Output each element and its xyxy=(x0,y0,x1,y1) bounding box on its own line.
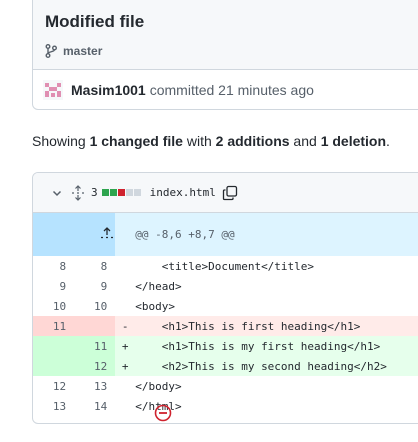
diff-sign: - xyxy=(115,316,136,336)
diff-line-ctx: 12 13 </body> xyxy=(33,376,418,396)
summary-mid2: and xyxy=(289,133,321,149)
diff-sign xyxy=(115,276,135,296)
old-line-number[interactable]: 10 xyxy=(33,296,74,316)
diff-summary: Showing 1 changed file with 2 additions … xyxy=(32,133,390,149)
diff-line-add: 11 + <h1>This is my first heading</h1> xyxy=(33,336,418,356)
diff-sign: + xyxy=(115,336,136,356)
file-header: 3 index.html xyxy=(33,173,418,213)
hunk-header-row: @@ -8,6 +8,7 @@ xyxy=(33,213,418,256)
branch-indicator[interactable]: master xyxy=(45,44,418,58)
diffstat-block-add xyxy=(109,189,117,196)
diff-line-ctx: 9 9 </head> xyxy=(33,276,418,296)
diff-sign xyxy=(115,296,135,316)
git-branch-icon xyxy=(45,44,57,58)
diff-line-del: 11 - <h1>This is first heading</h1> xyxy=(33,316,418,336)
expand-lines-icon[interactable] xyxy=(71,184,85,201)
new-line-number[interactable]: 13 xyxy=(74,376,115,396)
file-name[interactable]: index.html xyxy=(150,186,216,199)
copy-icon[interactable] xyxy=(222,185,238,201)
new-line-number[interactable]: 11 xyxy=(74,336,116,356)
no-newline-icon xyxy=(154,404,172,422)
hunk-sign xyxy=(115,213,136,256)
diff-sign xyxy=(115,256,135,276)
new-line-number[interactable]: 12 xyxy=(74,356,116,376)
commit-time: committed 21 minutes ago xyxy=(149,82,314,98)
summary-prefix: Showing xyxy=(32,133,90,149)
new-line-number[interactable]: 9 xyxy=(74,276,115,296)
diff-line-ctx: 88 <title>Document</title> xyxy=(33,256,418,276)
code-line: </html> xyxy=(135,399,182,413)
diff-line-ctx: 13 14 </html> xyxy=(33,396,418,416)
summary-deletions: 1 deletion xyxy=(320,133,387,149)
old-line-number[interactable] xyxy=(33,336,75,356)
old-line-number[interactable]: 11 xyxy=(33,316,75,336)
diff-line-add: 12 + <h2>This is my second heading</h2> xyxy=(33,356,418,376)
summary-suffix: . xyxy=(386,133,390,149)
old-line-number[interactable] xyxy=(33,356,75,376)
diffstat-block-neutral xyxy=(125,189,133,196)
summary-changed[interactable]: 1 changed file xyxy=(90,133,183,149)
diff-sign: + xyxy=(115,356,136,376)
new-line-number[interactable]: 10 xyxy=(74,296,115,316)
new-line-number[interactable]: 14 xyxy=(74,396,115,416)
diffstat-block-add xyxy=(101,189,109,196)
diff-table: @@ -8,6 +8,7 @@ 88 <title>Document</titl… xyxy=(33,213,418,416)
changes-count: 3 xyxy=(91,186,98,199)
chevron-down-icon[interactable] xyxy=(51,187,63,199)
commit-title-area: Modified file master xyxy=(33,0,418,70)
author-link[interactable]: Masim1001 xyxy=(71,82,146,98)
code-line: <h1>This is first heading</h1> xyxy=(135,316,418,336)
old-line-number[interactable]: 13 xyxy=(33,396,74,416)
old-line-number[interactable]: 12 xyxy=(33,376,74,396)
code-line: <body> xyxy=(135,299,175,313)
code-line: <h2>This is my second heading</h2> xyxy=(135,356,418,376)
new-line-number[interactable] xyxy=(74,316,116,336)
code-line: <title>Document</title> xyxy=(135,259,315,273)
diffstat-block-neutral xyxy=(133,189,141,196)
diffstat-blocks xyxy=(101,189,142,196)
expand-up-icon xyxy=(101,227,114,239)
hunk-header: @@ -8,6 +8,7 @@ xyxy=(135,213,418,256)
file-diff: 3 index.html @@ -8,6 +8,7 @@ 8 8 <title>… xyxy=(32,172,418,424)
expand-up-button[interactable] xyxy=(33,213,116,256)
avatar[interactable] xyxy=(43,80,63,100)
commit-header: Modified file master Masim1001 committed… xyxy=(32,0,418,110)
new-line-number[interactable]: 8 xyxy=(74,256,115,276)
commit-meta: Masim1001 committed 21 minutes ago xyxy=(33,70,418,110)
summary-additions: 2 additions xyxy=(215,133,290,149)
diffstat-block-del xyxy=(117,189,125,196)
code-line: </head> xyxy=(135,279,182,293)
code-line: </body> xyxy=(135,379,182,393)
diff-line-ctx: 10 10 <body> xyxy=(33,296,418,316)
diff-sign xyxy=(115,396,135,416)
code-line: <h1>This is my first heading</h1> xyxy=(135,336,418,356)
summary-mid1: with xyxy=(182,133,216,149)
old-line-number[interactable]: 8 xyxy=(33,256,74,276)
branch-name: master xyxy=(63,44,103,58)
diff-sign xyxy=(115,376,135,396)
old-line-number[interactable]: 9 xyxy=(33,276,74,296)
commit-title: Modified file xyxy=(45,12,145,31)
